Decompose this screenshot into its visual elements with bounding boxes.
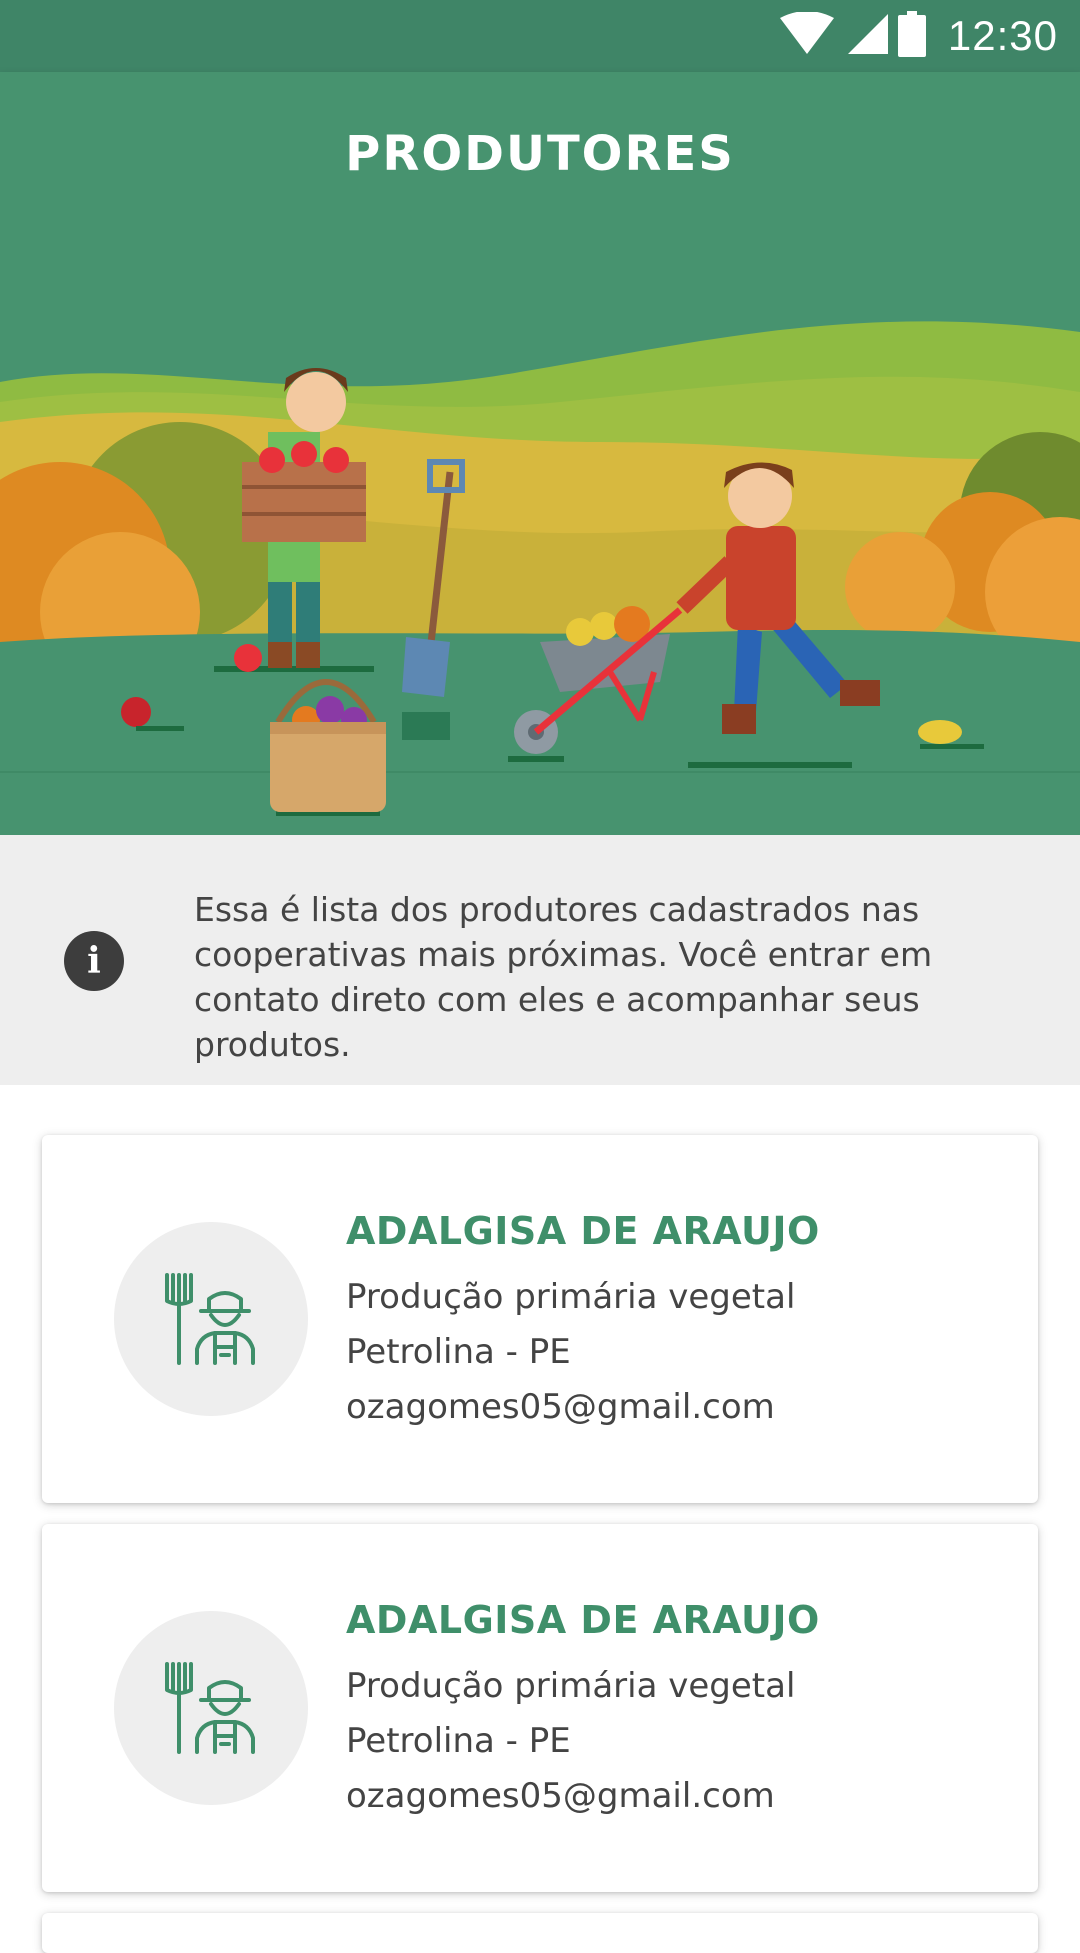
producer-list: ADALGISA DE ARAUJO Produção primária veg…	[0, 1085, 1080, 1953]
info-icon: i	[64, 931, 124, 991]
producer-card-partial[interactable]	[42, 1913, 1038, 1953]
info-banner: i Essa é lista dos produtores cadastrado…	[0, 835, 1080, 1085]
producer-activity: Produção primária vegetal	[346, 1666, 796, 1706]
battery-icon	[897, 10, 926, 62]
cell-signal-icon	[844, 12, 888, 61]
status-bar: 12:30	[0, 0, 1080, 72]
status-time: 12:30	[947, 12, 1058, 59]
farmer-pitchfork-icon	[165, 1662, 255, 1754]
producer-email[interactable]: ozagomes05@gmail.com	[346, 1776, 775, 1816]
avatar	[114, 1222, 308, 1416]
producer-email[interactable]: ozagomes05@gmail.com	[346, 1387, 775, 1427]
producer-card[interactable]: ADALGISA DE ARAUJO Produção primária veg…	[42, 1524, 1038, 1892]
header: PRODUTORES	[0, 72, 1080, 835]
producer-location: Petrolina - PE	[346, 1721, 571, 1761]
page-title: PRODUTORES	[345, 126, 735, 182]
producer-name: ADALGISA DE ARAUJO	[346, 1598, 820, 1642]
wifi-icon	[779, 10, 834, 61]
farmer-pitchfork-icon	[165, 1273, 255, 1365]
farm-illustration	[0, 321, 1080, 835]
producer-name: ADALGISA DE ARAUJO	[346, 1209, 820, 1253]
producer-card[interactable]: ADALGISA DE ARAUJO Produção primária veg…	[42, 1135, 1038, 1503]
producer-location: Petrolina - PE	[346, 1332, 571, 1372]
avatar	[114, 1611, 308, 1805]
producer-activity: Produção primária vegetal	[346, 1277, 796, 1317]
info-text: Essa é lista dos produtores cadastrados …	[194, 890, 933, 1064]
